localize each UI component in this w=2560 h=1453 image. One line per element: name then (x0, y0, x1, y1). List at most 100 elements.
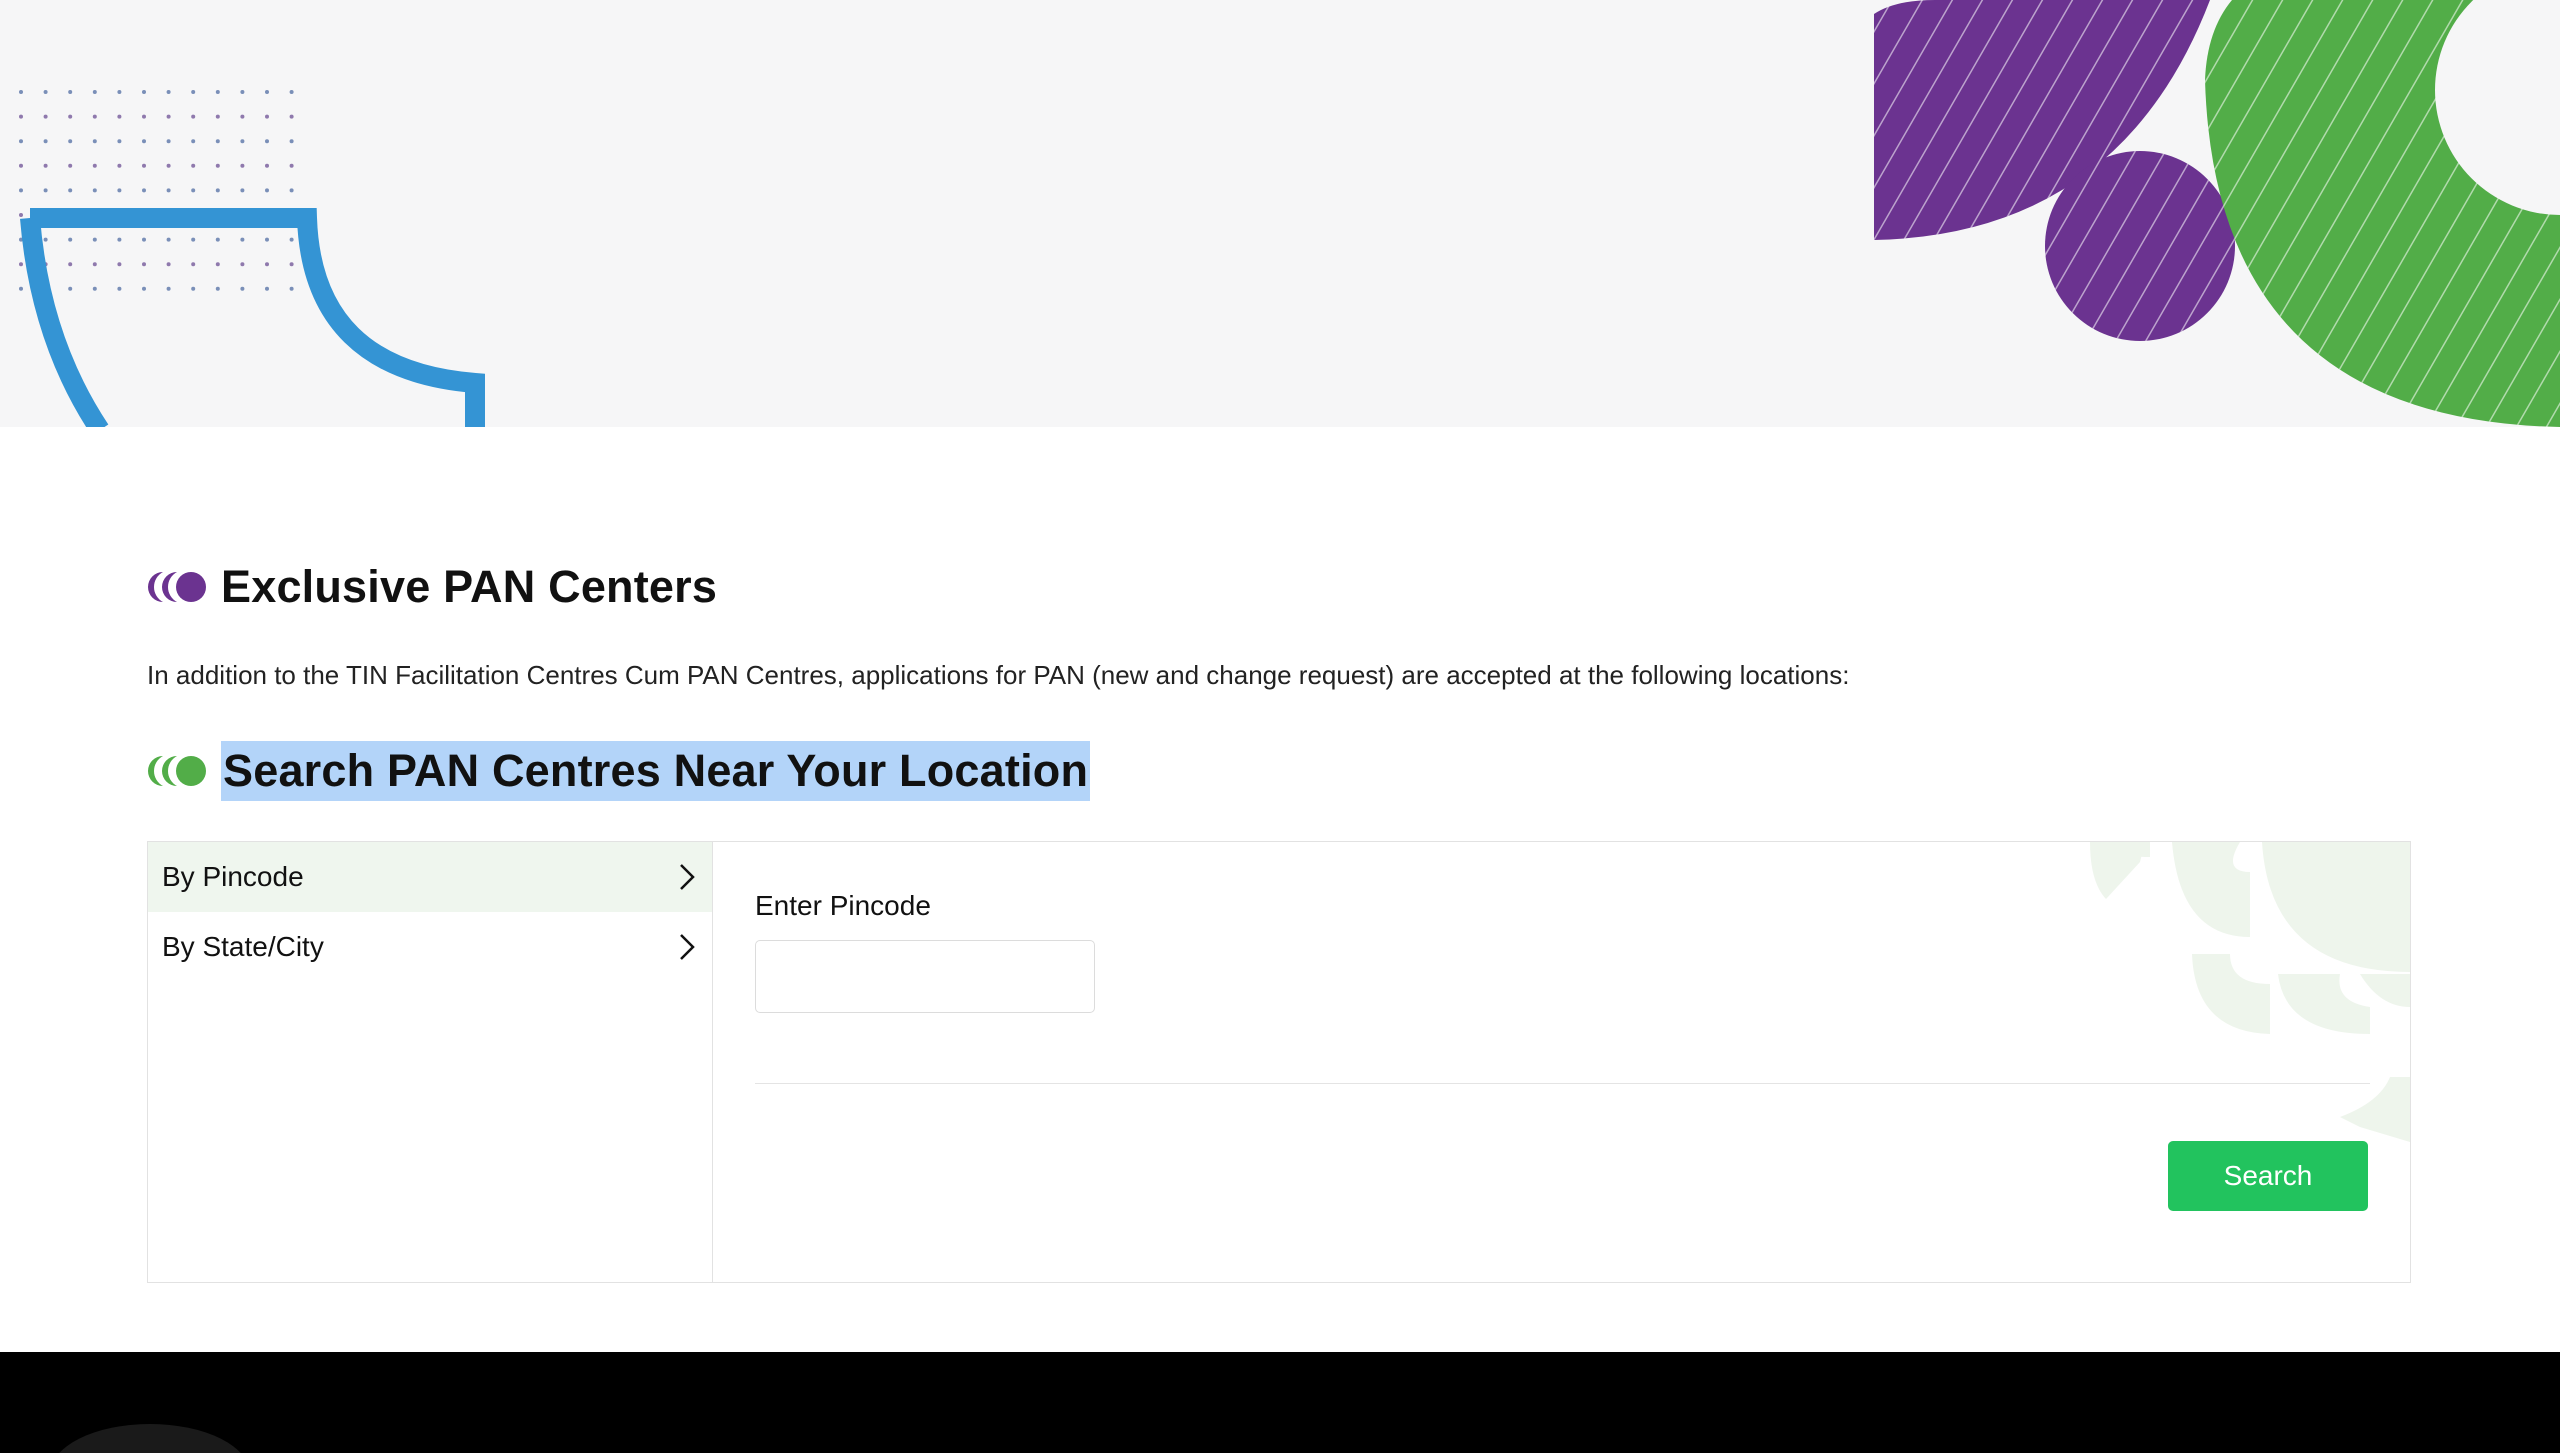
dot (19, 163, 23, 168)
dot (92, 139, 97, 144)
dot (19, 139, 23, 144)
main-content: Exclusive PAN Centers In addition to the… (147, 555, 2411, 1283)
hero-decoration (19, 0, 2560, 427)
dot (240, 286, 245, 291)
dot (166, 188, 171, 193)
dot (289, 262, 294, 267)
dot (142, 163, 146, 168)
dot (215, 188, 220, 193)
dot (289, 114, 294, 119)
dot (191, 286, 196, 291)
search-tabs: By Pincode By State/City (148, 842, 713, 1282)
dot (43, 139, 48, 144)
dot (68, 139, 73, 144)
dot (117, 286, 122, 291)
dot (215, 90, 220, 94)
blue-arc-decoration (20, 208, 485, 427)
dot (191, 90, 196, 94)
dot (142, 286, 146, 291)
footer (0, 1352, 2560, 1453)
panel-watermark-decoration (2090, 842, 2410, 1142)
dot (92, 114, 97, 119)
dot (289, 237, 294, 242)
dot (43, 114, 48, 119)
dot (68, 163, 73, 168)
section-heading-exclusive: Exclusive PAN Centers (147, 555, 2411, 619)
tab-label: By Pincode (162, 861, 304, 892)
dot (117, 139, 122, 144)
dot (19, 262, 23, 267)
pincode-input[interactable] (755, 940, 1095, 1013)
dot (19, 188, 23, 193)
dot (191, 114, 196, 119)
dot (43, 237, 48, 242)
dot (117, 262, 122, 267)
tab-label: By State/City (162, 931, 324, 962)
dot (142, 90, 146, 94)
dot (142, 262, 146, 267)
dot (215, 139, 220, 144)
dot (19, 213, 23, 217)
pincode-label: Enter Pincode (755, 890, 931, 921)
dot (142, 139, 146, 144)
tab-by-state-city[interactable]: By State/City (148, 912, 712, 982)
dot (166, 163, 171, 168)
dot (265, 286, 269, 291)
dot (240, 237, 245, 242)
dot (265, 237, 269, 242)
dot (289, 90, 294, 94)
dot (166, 114, 171, 119)
dot (265, 188, 269, 193)
dot (19, 114, 23, 119)
dot (43, 90, 48, 94)
dot (43, 188, 48, 193)
dot (289, 139, 294, 144)
dot (289, 163, 294, 168)
dot (265, 262, 269, 267)
dot (68, 262, 73, 267)
dot (117, 114, 122, 119)
dot (142, 114, 146, 119)
dot (240, 139, 245, 144)
dot (191, 237, 196, 242)
dot (142, 188, 146, 193)
dot (166, 90, 171, 94)
search-section-title: Search PAN Centres Near Your Location (221, 741, 1091, 801)
dot (166, 237, 171, 242)
chevron-right-icon (680, 864, 695, 890)
green-dots-icon (148, 756, 206, 786)
dot (92, 188, 97, 193)
dot (166, 139, 171, 144)
dot (117, 90, 122, 94)
dot (117, 163, 122, 168)
dot (191, 262, 196, 267)
dot (19, 286, 23, 291)
dot (215, 163, 220, 168)
dot (68, 237, 73, 242)
dot (92, 237, 97, 242)
dot (117, 188, 122, 193)
footer-decoration (50, 1424, 250, 1453)
form-divider (755, 1083, 2370, 1084)
dot (68, 188, 73, 193)
tab-by-pincode[interactable]: By Pincode (148, 842, 712, 912)
dot (68, 114, 73, 119)
dot (289, 188, 294, 193)
dot (265, 114, 269, 119)
dot (191, 163, 196, 168)
dot (240, 262, 245, 267)
dot (92, 262, 97, 267)
search-panel: By Pincode By State/City Enter Pincode S… (147, 841, 2411, 1283)
dot (92, 90, 97, 94)
dot (117, 237, 122, 242)
dot (215, 114, 220, 119)
dot (215, 286, 220, 291)
dot (240, 114, 245, 119)
dot (191, 188, 196, 193)
dot (215, 237, 220, 242)
pincode-form: Enter Pincode Search (713, 842, 2410, 1282)
search-button[interactable]: Search (2168, 1141, 2368, 1211)
dot (166, 286, 171, 291)
page-title: Exclusive PAN Centers (221, 561, 718, 612)
dot (43, 163, 48, 168)
